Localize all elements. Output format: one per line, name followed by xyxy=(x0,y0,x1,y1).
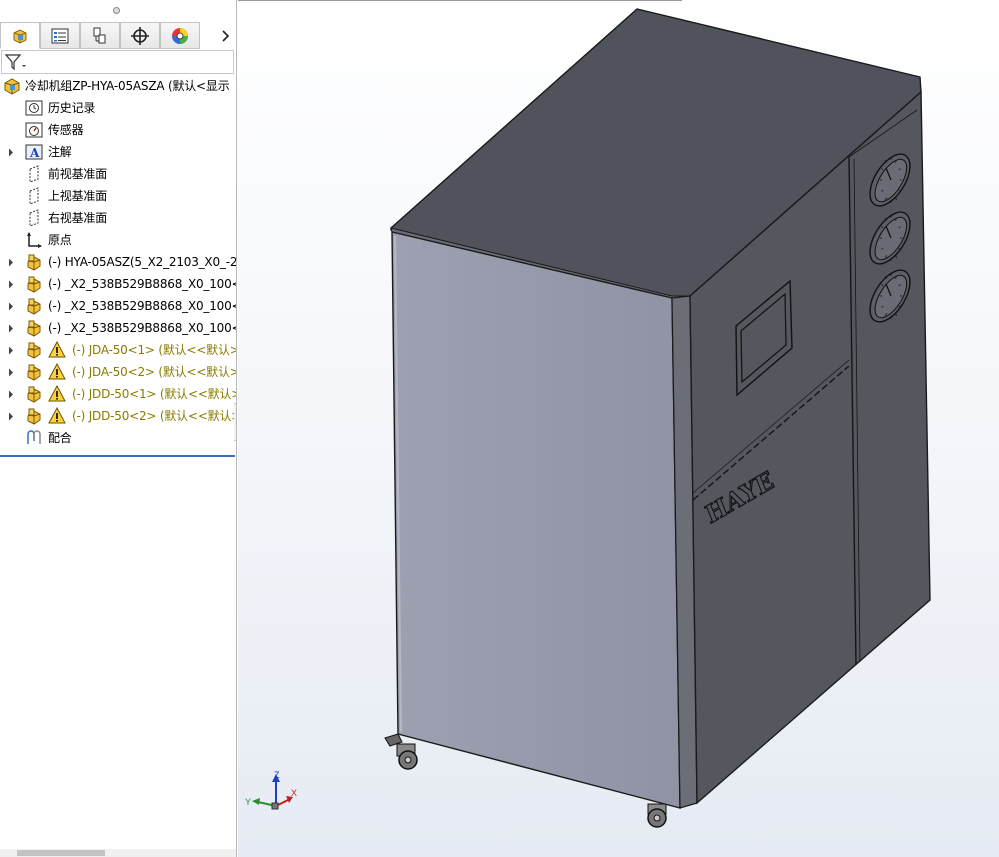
assembly-icon xyxy=(3,77,21,95)
tree-item[interactable]: (-) JDD-50<1> (默认<<默认> xyxy=(0,383,237,405)
cabinet-left-side xyxy=(391,231,681,809)
subassembly-icon xyxy=(25,363,43,381)
tree-item-label: (-) JDD-50<1> (默认<<默认> xyxy=(72,387,237,401)
tab-property-manager[interactable] xyxy=(40,22,80,49)
expand-arrow-icon[interactable] xyxy=(6,146,16,158)
expand-arrow-icon[interactable] xyxy=(6,322,16,334)
filter-button[interactable] xyxy=(4,52,34,72)
subassembly-icon xyxy=(25,407,43,425)
subassembly-icon xyxy=(25,275,43,293)
tree-item-label: 注解 xyxy=(48,145,72,159)
tree-root-label: 冷却机组ZP-HYA-05ASZA (默认<显示 xyxy=(25,79,230,93)
tree-item-label: (-) JDD-50<2> (默认<<默认> xyxy=(72,409,237,423)
expand-arrow-icon[interactable] xyxy=(6,256,16,268)
coordinate-triad: Z Y X xyxy=(245,770,297,810)
chiller-unit-model[interactable]: HAYE xyxy=(238,0,999,857)
tree-item-label: 前视基准面 xyxy=(48,167,108,181)
triad-z-label: Z xyxy=(274,770,280,780)
horizontal-scrollbar[interactable] xyxy=(0,849,236,857)
tree-item[interactable]: (-) _X2_538B529B8868_X0_100<2 xyxy=(0,295,237,317)
tree-item[interactable]: 历史记录 xyxy=(0,97,236,119)
tree-end-separator xyxy=(0,455,235,457)
chevron-right-icon xyxy=(222,30,230,42)
property-manager-icon xyxy=(51,28,69,43)
expand-arrow-icon[interactable] xyxy=(6,388,16,400)
tree-item-label: 传感器 xyxy=(48,123,84,137)
tree-item-label: 配合 xyxy=(48,431,72,445)
display-manager-icon xyxy=(172,27,188,44)
tree-item[interactable]: 右视基准面 xyxy=(0,207,236,229)
tree-item-label: (-) JDA-50<1> (默认<<默认> xyxy=(72,343,237,357)
plane-icon xyxy=(25,165,43,183)
tree-item-label: (-) JDA-50<2> (默认<<默认> xyxy=(72,365,237,379)
tree-item[interactable]: (-) _X2_538B529B8868_X0_100<3 xyxy=(0,317,237,339)
tree-item[interactable]: (-) _X2_538B529B8868_X0_100<1 xyxy=(0,273,237,295)
subassembly-icon xyxy=(25,385,43,403)
tree-item[interactable]: (-) HYA-05ASZ(5_X2_2103_X0_-25 xyxy=(0,251,237,273)
subassembly-icon xyxy=(25,341,43,359)
graphics-area[interactable]: HAYE Z Y X xyxy=(238,0,999,857)
tab-feature-manager[interactable] xyxy=(0,22,40,49)
warning-icon xyxy=(48,362,66,381)
tree-item-label: 原点 xyxy=(48,233,72,247)
tree-item[interactable]: 前视基准面 xyxy=(0,163,236,185)
annotation-icon: A xyxy=(25,143,43,161)
tree-item[interactable]: A 注解 xyxy=(0,141,236,163)
origin-icon xyxy=(25,231,43,249)
tree-item[interactable]: 配合 xyxy=(0,427,236,449)
mates-icon xyxy=(25,429,43,447)
expand-arrow-icon[interactable] xyxy=(6,300,16,312)
warning-icon xyxy=(48,340,66,359)
tab-overflow-button[interactable] xyxy=(218,26,234,46)
tree-item[interactable]: (-) JDA-50<2> (默认<<默认> xyxy=(0,361,237,383)
feature-manager-icon xyxy=(13,28,27,44)
subassembly-icon xyxy=(25,319,43,337)
tree-item-label: (-) HYA-05ASZ(5_X2_2103_X0_-25 xyxy=(48,255,237,269)
warning-icon xyxy=(48,406,66,425)
sensor-icon xyxy=(25,121,43,139)
manager-tab-bar xyxy=(0,22,236,49)
caster-right xyxy=(647,803,667,828)
scrollbar-thumb[interactable] xyxy=(17,850,105,856)
triad-x-label: X xyxy=(291,788,297,798)
history-icon xyxy=(25,99,43,117)
tree-item[interactable]: (-) JDA-50<1> (默认<<默认> xyxy=(0,339,237,361)
tree-item-label: (-) _X2_538B529B8868_X0_100<2 xyxy=(48,299,237,313)
tree-item-label: (-) _X2_538B529B8868_X0_100<1 xyxy=(48,277,237,291)
warning-icon xyxy=(48,384,66,403)
tree-item-label: 上视基准面 xyxy=(48,189,108,203)
tree-item[interactable]: 原点 xyxy=(0,229,236,251)
tree-root[interactable]: 冷却机组ZP-HYA-05ASZA (默认<显示 xyxy=(0,75,236,97)
expand-arrow-icon[interactable] xyxy=(6,344,16,356)
tree-item[interactable]: (-) JDD-50<2> (默认<<默认> xyxy=(0,405,237,427)
dimxpert-icon xyxy=(131,26,149,45)
svg-text:A: A xyxy=(29,146,40,160)
tree-item-label: 右视基准面 xyxy=(48,211,108,225)
plane-icon xyxy=(25,209,43,227)
caster-left xyxy=(384,733,418,770)
subassembly-icon xyxy=(25,253,43,271)
panel-grip[interactable] xyxy=(113,7,120,14)
tree-item-label: (-) _X2_538B529B8868_X0_100<3 xyxy=(48,321,237,335)
filter-icon xyxy=(4,54,26,71)
tree-item-label: 历史记录 xyxy=(48,101,96,115)
tab-dimxpert-manager[interactable] xyxy=(120,22,160,49)
tab-configuration-manager[interactable] xyxy=(80,22,120,49)
expand-arrow-icon[interactable] xyxy=(6,366,16,378)
plane-icon xyxy=(25,187,43,205)
configuration-manager-icon xyxy=(93,27,106,43)
tree-filter-bar xyxy=(1,50,234,74)
tree-item[interactable]: 传感器 xyxy=(0,119,236,141)
feature-manager-panel: 冷却机组ZP-HYA-05ASZA (默认<显示历史记录传感器 A 注解前视基准面上… xyxy=(0,0,237,857)
expand-arrow-icon[interactable] xyxy=(6,410,16,422)
tab-display-manager[interactable] xyxy=(160,22,200,49)
subassembly-icon xyxy=(25,297,43,315)
expand-arrow-icon[interactable] xyxy=(6,278,16,290)
triad-y-label: Y xyxy=(245,797,251,807)
panel-collapse-handle[interactable] xyxy=(234,403,236,441)
tree-item[interactable]: 上视基准面 xyxy=(0,185,236,207)
